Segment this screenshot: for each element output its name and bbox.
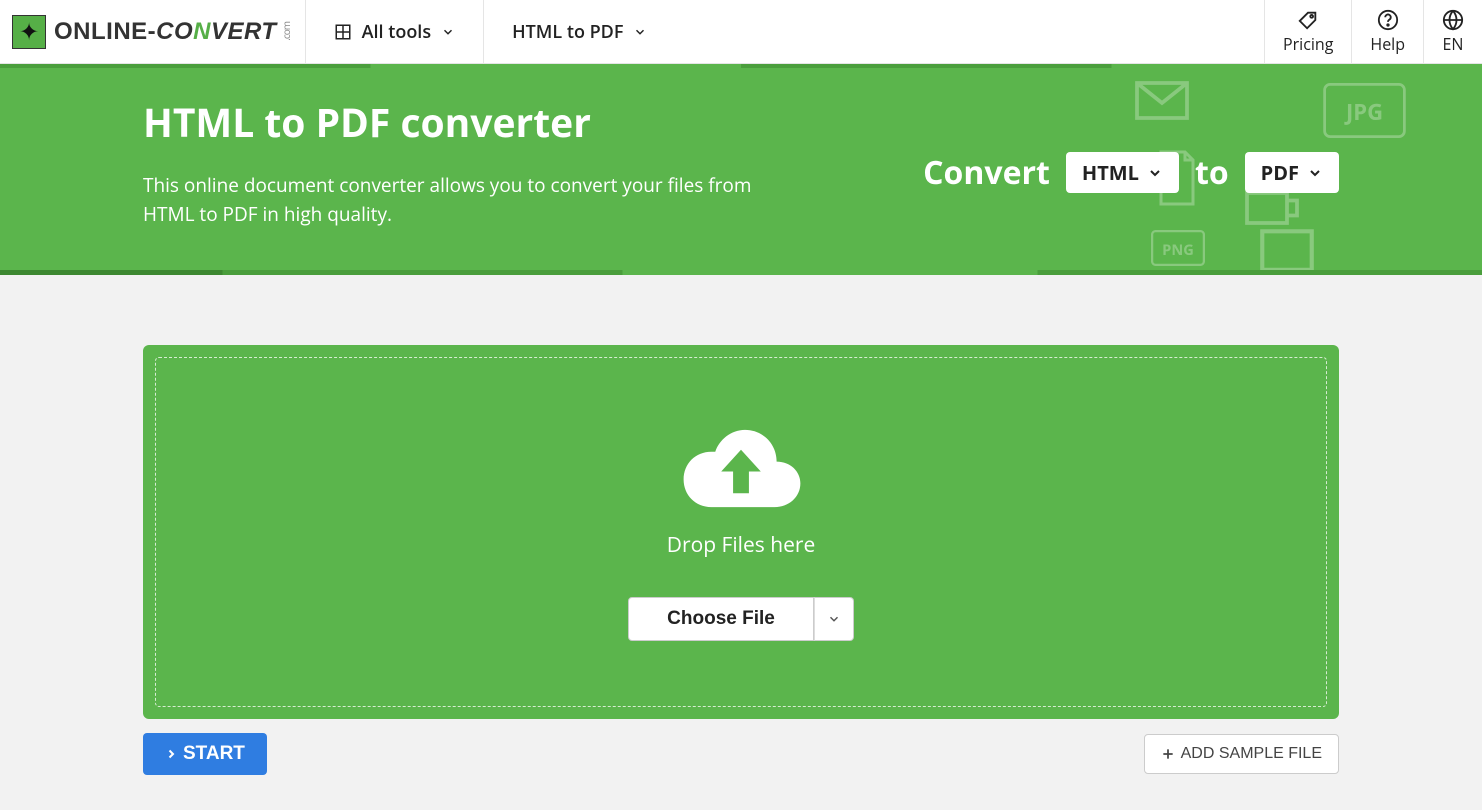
main-content: Drop Files here Choose File START ADD SA…: [131, 275, 1351, 805]
language-label: EN: [1443, 33, 1464, 55]
logo-text-online: ONLINE-: [54, 18, 156, 46]
to-label: to: [1195, 151, 1229, 194]
add-sample-file-label: ADD SAMPLE FILE: [1181, 745, 1322, 763]
language-button[interactable]: EN: [1423, 0, 1482, 63]
drop-text: Drop Files here: [667, 531, 816, 559]
nav-html-to-pdf-label: HTML to PDF: [512, 20, 623, 44]
nav-html-to-pdf[interactable]: HTML to PDF: [483, 0, 675, 63]
page-title: HTML to PDF converter: [143, 96, 883, 149]
start-button-label: START: [183, 743, 245, 765]
add-sample-file-button[interactable]: ADD SAMPLE FILE: [1144, 734, 1339, 774]
dropzone-inner: Drop Files here Choose File: [155, 357, 1327, 707]
chevron-right-icon: [165, 746, 177, 762]
tag-icon: [1297, 9, 1319, 31]
svg-text:PNG: PNG: [1162, 240, 1194, 260]
logo-com: .com: [279, 22, 293, 41]
choose-file-button[interactable]: Choose File: [628, 597, 814, 641]
help-label: Help: [1370, 33, 1405, 55]
convert-from-select[interactable]: HTML: [1066, 152, 1179, 193]
convert-to-value: PDF: [1261, 159, 1299, 186]
dropzone[interactable]: Drop Files here Choose File: [143, 345, 1339, 719]
plus-icon: [1161, 747, 1175, 761]
nav-all-tools-label: All tools: [362, 20, 432, 44]
page-description: This online document converter allows yo…: [143, 171, 793, 230]
logo-icon: ✦: [12, 15, 46, 49]
start-button[interactable]: START: [143, 733, 267, 775]
chevron-down-icon: [827, 612, 841, 626]
logo[interactable]: ✦ ONLINE- CONVERT .com: [0, 0, 305, 63]
pricing-button[interactable]: Pricing: [1264, 0, 1351, 63]
hero: JPG PNG HTML to PDF converter This onlin…: [0, 68, 1482, 270]
chevron-down-icon: [441, 25, 455, 39]
cloud-upload-icon: [676, 422, 806, 517]
help-button[interactable]: Help: [1351, 0, 1423, 63]
nav-all-tools[interactable]: All tools: [305, 0, 484, 63]
choose-file-caret[interactable]: [814, 597, 854, 641]
convert-to-select[interactable]: PDF: [1245, 152, 1339, 193]
chevron-down-icon: [1307, 165, 1323, 181]
pricing-label: Pricing: [1283, 33, 1333, 55]
grid-icon: [334, 23, 352, 41]
convert-label: Convert: [923, 151, 1050, 194]
convert-from-value: HTML: [1082, 159, 1139, 186]
chevron-down-icon: [1147, 165, 1163, 181]
globe-icon: [1442, 9, 1464, 31]
chevron-down-icon: [633, 25, 647, 39]
help-icon: [1377, 9, 1399, 31]
logo-text-convert: CONVERT: [156, 18, 276, 46]
header-bar: ✦ ONLINE- CONVERT .com All tools HTML to…: [0, 0, 1482, 64]
